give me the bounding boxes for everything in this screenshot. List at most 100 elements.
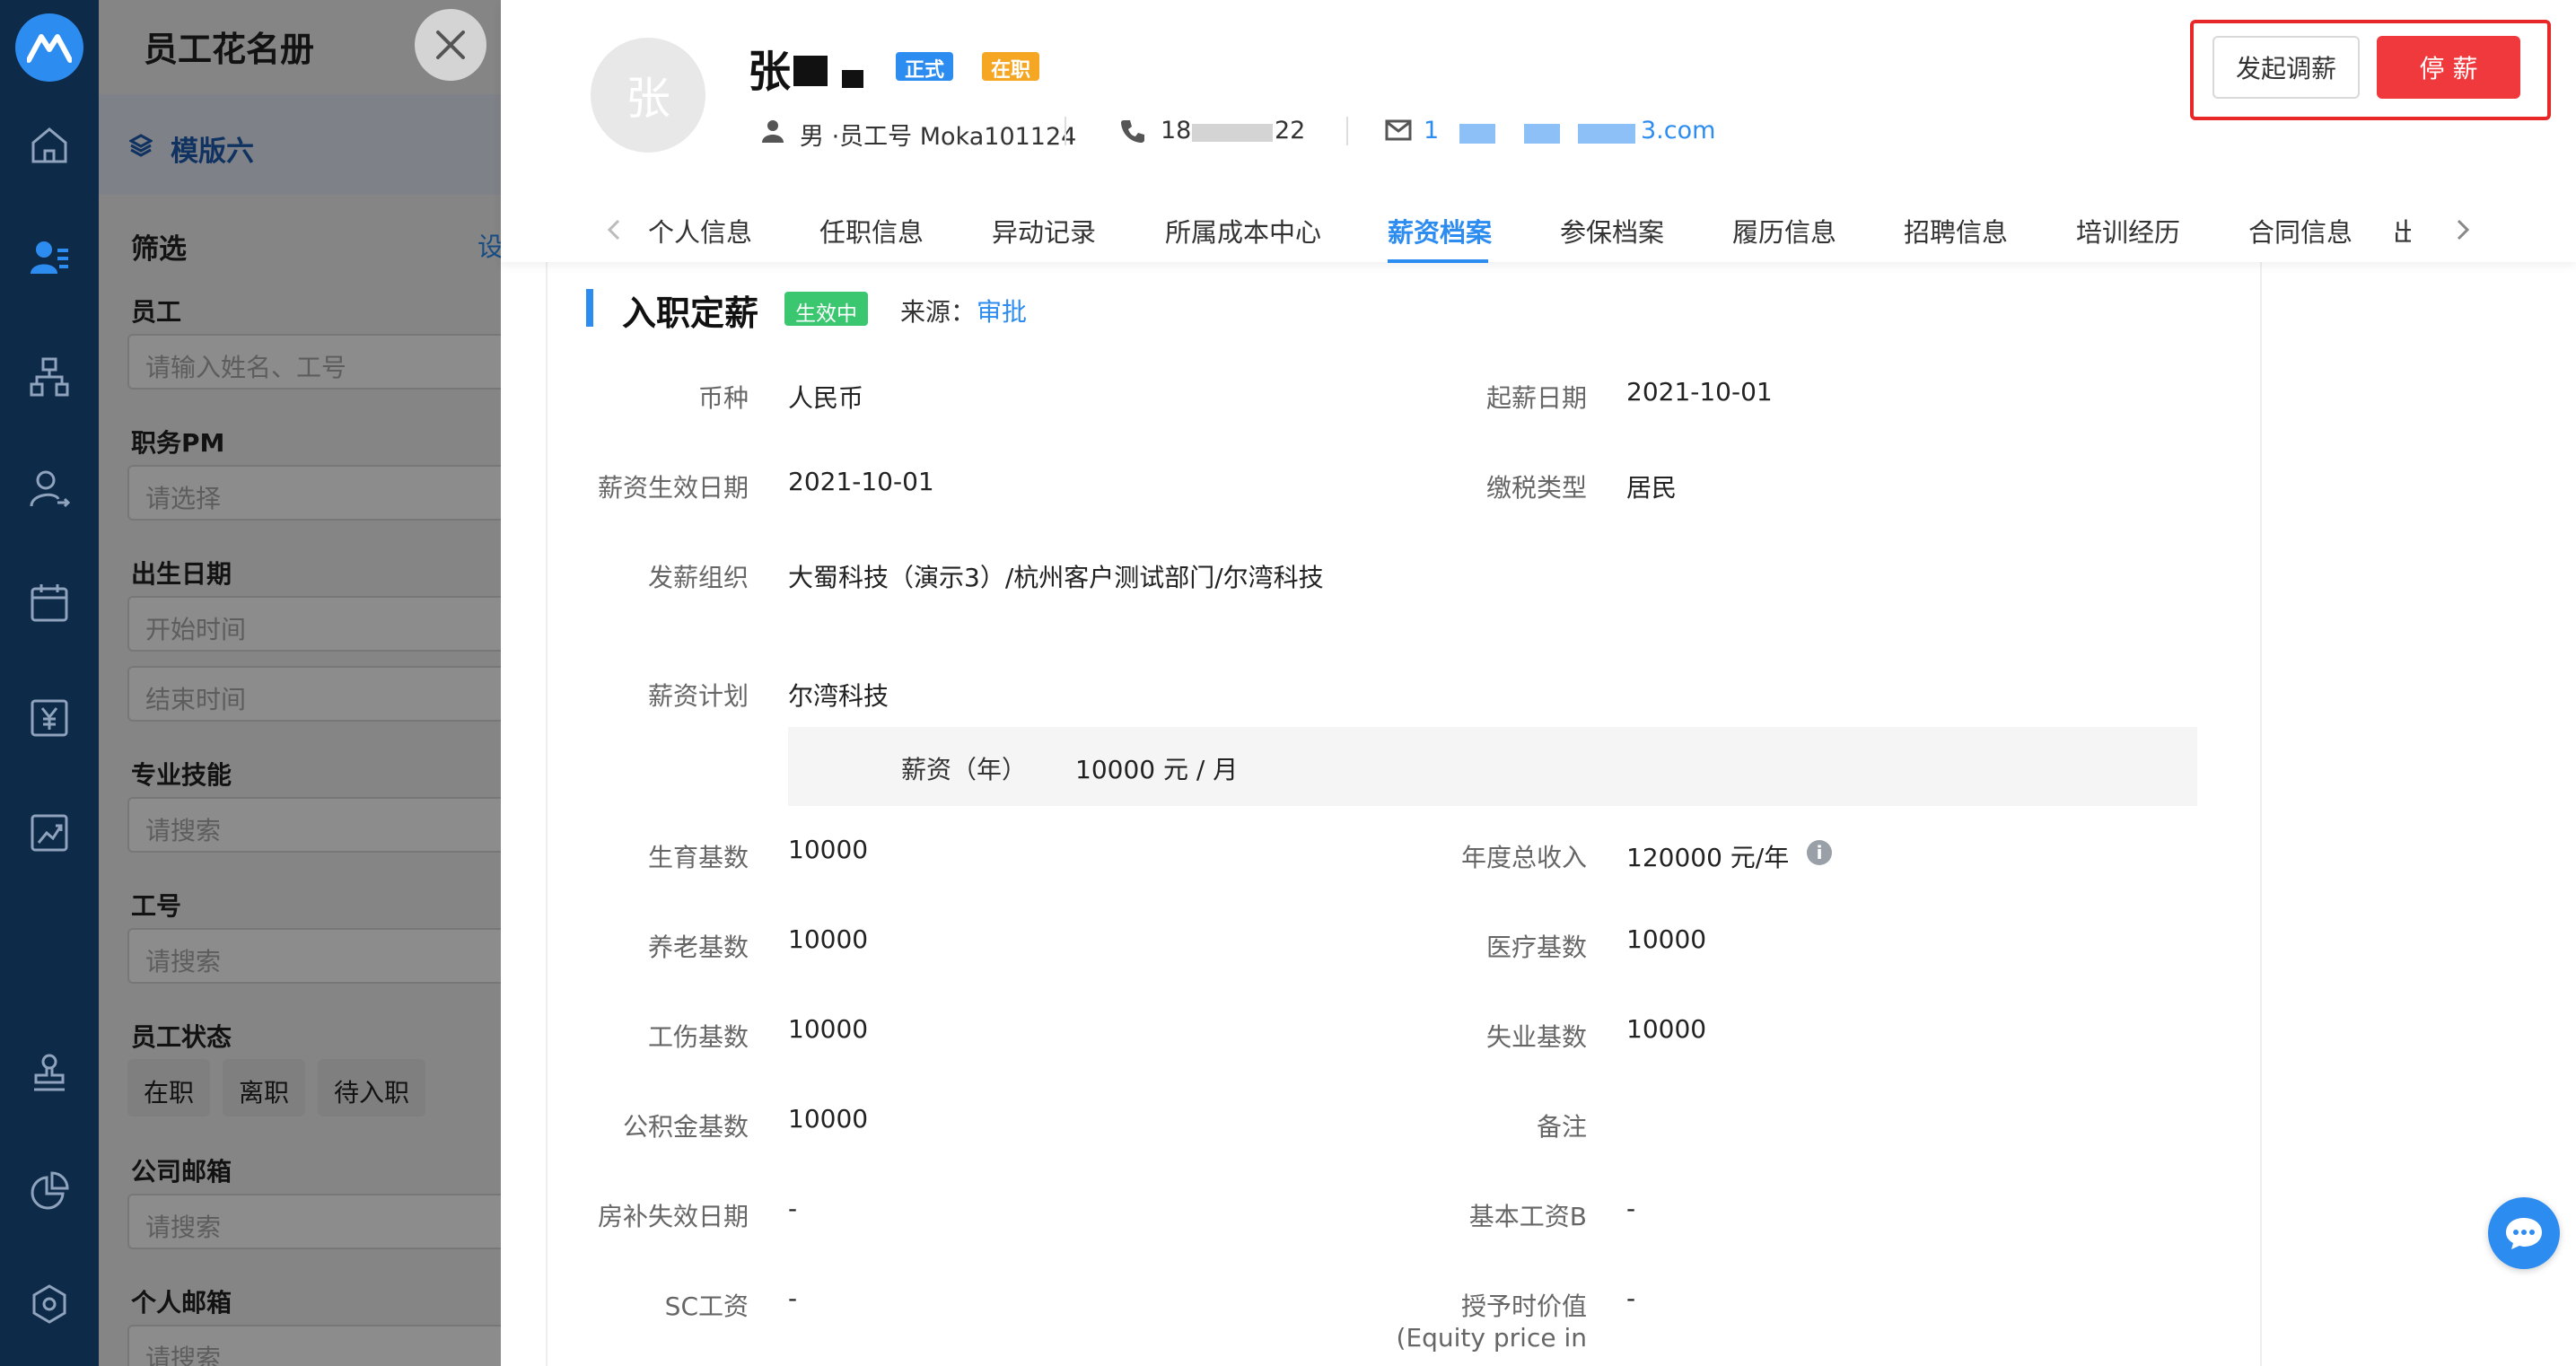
email-end[interactable]: 3.com	[1641, 117, 1715, 144]
tab-personal-info[interactable]: 个人信息	[648, 212, 752, 250]
tab-insurance-records[interactable]: 参保档案	[1560, 212, 1664, 250]
avatar: 张	[591, 38, 705, 153]
tab-training[interactable]: 培训经历	[2076, 212, 2180, 250]
field-label-injury-base: 工伤基数	[647, 1022, 749, 1052]
field-value-medical-base: 10000	[1626, 924, 1707, 954]
field-value-base-salary-b: -	[1626, 1194, 1636, 1223]
phone-start: 18	[1161, 117, 1192, 144]
person-icon	[761, 118, 784, 144]
report-icon[interactable]	[22, 806, 76, 860]
salary-item-value: 10000 元 / 月	[1075, 755, 1239, 784]
field-label-start-date: 起薪日期	[1485, 383, 1587, 413]
field-value-injury-base: 10000	[788, 1014, 869, 1044]
calendar-icon[interactable]	[22, 576, 76, 630]
field-value-payroll-org: 大蜀科技（演示3）/杭州客户测试部门/尔湾科技	[788, 563, 1324, 592]
field-label-base-salary-b: 基本工资B	[1468, 1202, 1587, 1231]
org-chart-icon[interactable]	[22, 350, 76, 404]
settings-icon[interactable]	[22, 1277, 76, 1331]
info-icon[interactable]: i	[1807, 840, 1832, 865]
field-value-housing-allowance-end: -	[788, 1194, 798, 1223]
field-value-grant-value: -	[1626, 1283, 1636, 1313]
name-redaction	[793, 56, 828, 86]
employee-roster-icon[interactable]	[22, 232, 76, 285]
chat-bubble-icon	[2506, 1218, 2542, 1249]
stamp-icon[interactable]	[22, 1046, 76, 1099]
tab-contract-info[interactable]: 合同信息	[2248, 212, 2353, 250]
field-label-tax-type: 缴税类型	[1485, 473, 1587, 503]
tab-scroll-right-icon[interactable]	[2456, 218, 2470, 241]
salary-adjust-button[interactable]: 发起调薪	[2212, 36, 2360, 99]
employee-name: 张	[748, 47, 792, 97]
field-value-salary-plan: 尔湾科技	[788, 681, 889, 711]
tab-recruitment-info[interactable]: 招聘信息	[1904, 212, 2008, 250]
mail-icon	[1385, 118, 1412, 142]
phone-end: 22	[1275, 117, 1306, 144]
tab-resume-info[interactable]: 履历信息	[1732, 212, 1836, 250]
field-value-maternity-base: 10000	[788, 835, 869, 864]
salary-plan-row: 薪资（年） 10000 元 / 月	[788, 727, 2197, 806]
tab-salary-records[interactable]: 薪资档案	[1388, 212, 1492, 250]
field-label-medical-base: 医疗基数	[1485, 933, 1587, 962]
source-link[interactable]: 审批	[977, 293, 1027, 328]
phone-icon	[1120, 118, 1145, 144]
pie-chart-icon[interactable]	[22, 1164, 76, 1218]
tab-employment-info[interactable]: 任职信息	[819, 212, 924, 250]
field-label-grant-value: 授予时价值	[1460, 1292, 1587, 1321]
close-drawer-button[interactable]	[415, 9, 486, 81]
field-label-maternity-base: 生育基数	[647, 843, 749, 872]
field-label-effective-date: 薪资生效日期	[597, 473, 749, 503]
field-value-effective-date: 2021-10-01	[788, 467, 934, 496]
tab-change-records[interactable]: 异动记录	[992, 212, 1096, 250]
divider	[1346, 117, 1348, 145]
email-redaction	[1524, 124, 1560, 144]
field-value-housing-fund-base: 10000	[788, 1104, 869, 1134]
tab-overflow-partial[interactable]: 出	[2393, 212, 2411, 248]
onboarding-icon[interactable]	[22, 462, 76, 516]
field-value-sc-salary: -	[788, 1283, 798, 1313]
email-redaction	[1578, 124, 1635, 144]
phone-redaction	[1192, 124, 1273, 142]
field-label-pension-base: 养老基数	[647, 933, 749, 962]
active-tab-indicator	[1388, 259, 1488, 263]
employee-header: 张 张 正式 在职 男 ·员工号 Moka101124 18 22 1 3.co…	[501, 0, 2576, 263]
field-label-grant-value-sub: (Equity price in	[1396, 1323, 1587, 1353]
field-label-annual-income: 年度总收入	[1460, 843, 1587, 872]
field-label-housing-allowance-end: 房补失效日期	[597, 1202, 749, 1231]
employment-type-badge: 正式	[896, 52, 954, 82]
field-value-annual-income: 120000 元/年	[1626, 843, 1790, 872]
field-label-sc-salary: SC工资	[664, 1292, 749, 1321]
field-label-remark: 备注	[1536, 1112, 1587, 1142]
field-label-payroll-org: 发薪组织	[647, 563, 749, 592]
status-badge: 生效中	[784, 292, 868, 326]
modal-overlay[interactable]	[99, 0, 501, 1366]
tab-cost-center[interactable]: 所属成本中心	[1165, 212, 1321, 250]
divider	[1065, 117, 1066, 145]
gender-employee-number: 男 ·员工号 Moka101124	[800, 123, 1077, 151]
source-label: 来源：	[900, 297, 977, 327]
moka-logo[interactable]	[15, 13, 83, 82]
content-border-right	[2260, 262, 2262, 1366]
field-value-unemployment-base: 10000	[1626, 1014, 1707, 1044]
tab-scroll-left-icon[interactable]	[607, 218, 621, 241]
section-accent	[586, 289, 593, 327]
field-value-currency: 人民币	[788, 383, 864, 413]
employment-status-badge: 在职	[982, 52, 1040, 82]
close-icon	[436, 31, 465, 59]
field-label-currency: 币种	[697, 383, 749, 413]
field-value-start-date: 2021-10-01	[1626, 377, 1773, 407]
payroll-icon[interactable]	[22, 691, 76, 745]
field-label-housing-fund-base: 公积金基数	[622, 1112, 749, 1142]
email-redaction	[1459, 124, 1495, 144]
name-redaction	[842, 70, 863, 88]
stop-salary-button[interactable]: 停 薪	[2377, 36, 2520, 99]
home-icon[interactable]	[22, 118, 76, 172]
app-nav-rail	[0, 0, 99, 1366]
section-title: 入职定薪	[622, 293, 759, 333]
chat-support-button[interactable]	[2488, 1197, 2560, 1269]
field-label-unemployment-base: 失业基数	[1485, 1022, 1587, 1052]
field-value-tax-type: 居民	[1626, 473, 1678, 503]
salary-item-label: 薪资（年）	[901, 755, 1028, 784]
employee-detail-drawer: 张 张 正式 在职 男 ·员工号 Moka101124 18 22 1 3.co…	[501, 0, 2576, 1366]
email-start[interactable]: 1	[1424, 117, 1439, 144]
field-value-pension-base: 10000	[788, 924, 869, 954]
